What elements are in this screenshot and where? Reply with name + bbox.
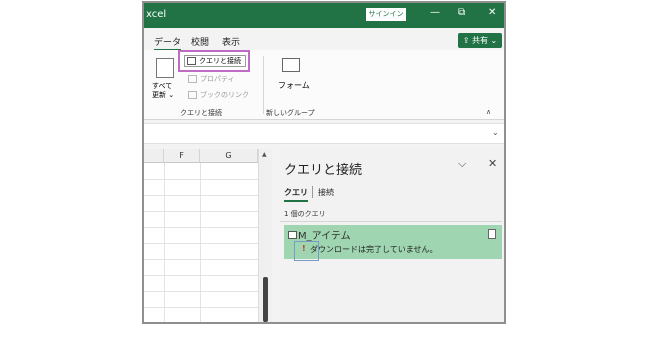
- group-label-queries: クエリと接続: [180, 109, 222, 117]
- form-button-label[interactable]: フォーム: [278, 80, 310, 91]
- queries-connections-pane: クエリと接続 ⌵ ✕ クエリ 接続 1 個のクエリ M_アイテム ! ダウンロー…: [280, 149, 504, 322]
- gridline: [144, 179, 262, 180]
- gridline: [144, 259, 262, 260]
- document-icon[interactable]: [488, 229, 496, 239]
- group-label-new: 新しいグループ: [266, 109, 315, 117]
- queries-connections-button[interactable]: クエリと接続: [184, 55, 246, 67]
- query-status: ダウンロードは完了していません。: [310, 245, 438, 254]
- chevron-down-icon[interactable]: ⌵: [458, 157, 466, 171]
- excel-window: xcel サインイン — ⧉ ✕ データ 校閲 表示 ⇪ 共有 ⌄ すべて 更新…: [142, 1, 506, 324]
- edit-links-button[interactable]: ブックのリンク: [188, 90, 249, 100]
- queries-pane-icon: [187, 57, 196, 65]
- column-header-F[interactable]: F: [164, 149, 200, 163]
- refresh-all-label: すべて 更新 ⌄: [152, 82, 175, 99]
- gridline: [144, 275, 262, 276]
- form-icon[interactable]: [282, 58, 300, 72]
- close-icon[interactable]: ✕: [488, 7, 496, 18]
- query-count: 1 個のクエリ: [284, 210, 326, 218]
- gridline: [144, 291, 262, 292]
- app-title: xcel: [146, 9, 167, 20]
- properties-label: プロパティ: [200, 75, 235, 83]
- restore-icon[interactable]: ⧉: [458, 7, 465, 18]
- divider: [280, 221, 502, 222]
- gridline: [144, 227, 262, 228]
- tab-connections[interactable]: 接続: [318, 187, 334, 198]
- title-bar: xcel サインイン — ⧉ ✕: [144, 3, 504, 28]
- properties-icon: [188, 75, 197, 83]
- ribbon-tabs: データ 校閲 表示 ⇪ 共有 ⌄: [144, 28, 504, 51]
- tab-view[interactable]: 表示: [222, 35, 240, 48]
- tab-data[interactable]: データ: [154, 35, 182, 51]
- gridline: [144, 195, 262, 196]
- scrollbar-thumb[interactable]: [263, 277, 268, 322]
- expand-formula-icon[interactable]: ⌄: [492, 128, 499, 137]
- pane-title: クエリと接続: [284, 163, 363, 178]
- tab-queries[interactable]: クエリ: [284, 187, 308, 202]
- minimize-icon[interactable]: —: [430, 7, 440, 18]
- queries-connections-label: クエリと接続: [199, 57, 241, 65]
- formula-bar[interactable]: ⌄: [144, 123, 504, 144]
- refresh-all-button[interactable]: すべて 更新 ⌄: [152, 58, 176, 110]
- vertical-scrollbar[interactable]: ▲: [258, 149, 272, 322]
- signin-button[interactable]: サインイン: [366, 8, 406, 21]
- gridline: [144, 307, 262, 308]
- gridline: [144, 243, 262, 244]
- focus-box: [294, 241, 319, 261]
- edit-links-label: ブックのリンク: [200, 91, 249, 99]
- properties-button[interactable]: プロパティ: [188, 74, 235, 84]
- ribbon-separator: [263, 56, 264, 114]
- collapse-ribbon-icon[interactable]: ∧: [486, 108, 491, 116]
- column-header-E[interactable]: [144, 149, 164, 163]
- query-name: M_アイテム: [298, 231, 351, 242]
- share-button[interactable]: ⇪ 共有 ⌄: [458, 33, 502, 48]
- column-header-G[interactable]: G: [200, 149, 258, 163]
- queries-connections-button-highlight[interactable]: クエリと接続: [178, 50, 250, 72]
- table-icon: [288, 231, 297, 239]
- tab-separator: [312, 186, 313, 198]
- scroll-up-icon[interactable]: ▲: [262, 151, 267, 158]
- refresh-icon: [156, 58, 174, 78]
- query-item[interactable]: M_アイテム ! ダウンロードは完了していません。: [284, 225, 502, 261]
- close-icon[interactable]: ✕: [488, 157, 497, 170]
- worksheet-grid[interactable]: F G ▲: [144, 149, 272, 322]
- tab-review[interactable]: 校閲: [191, 35, 209, 48]
- ribbon: すべて 更新 ⌄ クエリと接続 プロパティ ブックのリンク クエリと接続 フォー…: [144, 50, 504, 120]
- links-icon: [188, 91, 197, 99]
- gridline: [144, 211, 262, 212]
